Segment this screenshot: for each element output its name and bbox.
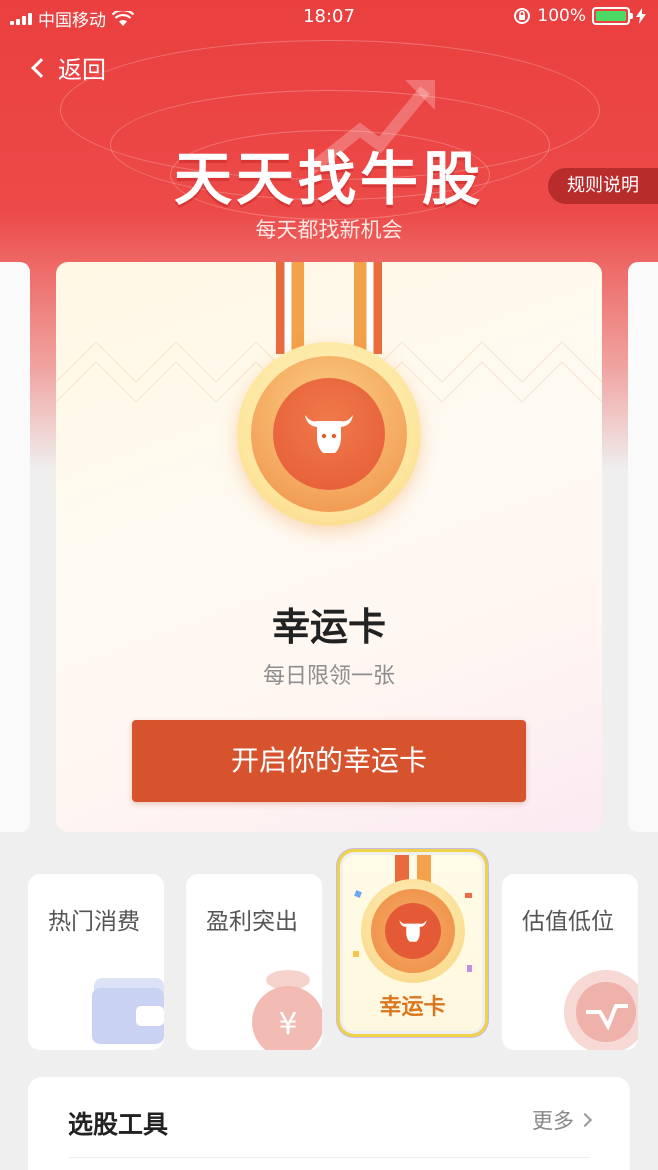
tile-lucky-card-selected[interactable]: 幸运卡 (340, 852, 485, 1034)
medal (237, 342, 421, 526)
chevron-left-icon (31, 57, 51, 78)
tile-label: 幸运卡 (379, 995, 446, 1020)
lock-rotation-icon (514, 8, 531, 24)
back-label: 返回 (58, 56, 106, 84)
stock-tools-section: 选股工具 更多 (28, 1077, 630, 1170)
trend-down-icon (564, 970, 638, 1050)
money-bag-icon: ¥ (252, 970, 322, 1050)
tile-label: 盈利突出 (206, 909, 298, 935)
charging-icon (636, 8, 646, 24)
carousel-prev-card[interactable] (0, 262, 30, 832)
medal-ribbon-right (354, 262, 382, 354)
battery-percent: 100% (537, 6, 586, 26)
tile-hot-consumption[interactable]: 热门消费 (28, 874, 164, 1050)
page-subtitle: 每天都找新机会 (255, 218, 403, 242)
svg-text:¥: ¥ (278, 1007, 297, 1042)
section-title: 选股工具 (68, 1110, 169, 1139)
tile-label: 热门消费 (48, 909, 140, 935)
rules-button[interactable]: 规则说明 (548, 168, 658, 204)
card-title: 幸运卡 (271, 605, 386, 649)
bull-icon (305, 415, 353, 453)
carousel-next-card[interactable] (628, 262, 658, 832)
medal-ribbon-left (276, 262, 304, 354)
lucky-card: 幸运卡 每日限领一张 开启你的幸运卡 (56, 262, 602, 832)
more-label: 更多 (532, 1109, 574, 1133)
status-bar: 中国移动 18:07 100% (0, 0, 658, 34)
status-right-group: 100% (513, 6, 646, 26)
wallet-icon (92, 978, 164, 1044)
back-button[interactable]: 返回 (30, 50, 106, 85)
tile-label: 估值低位 (522, 909, 614, 935)
tile-low-valuation[interactable]: 估值低位 (502, 874, 638, 1050)
card-subtitle: 每日限领一张 (262, 664, 395, 689)
chevron-right-icon (577, 1112, 593, 1128)
tile-profit[interactable]: 盈利突出 ¥ (186, 874, 322, 1050)
battery-icon (592, 7, 633, 25)
divider (68, 1157, 590, 1158)
more-link[interactable]: 更多 (532, 1105, 593, 1135)
open-lucky-card-button[interactable]: 开启你的幸运卡 (132, 720, 526, 802)
